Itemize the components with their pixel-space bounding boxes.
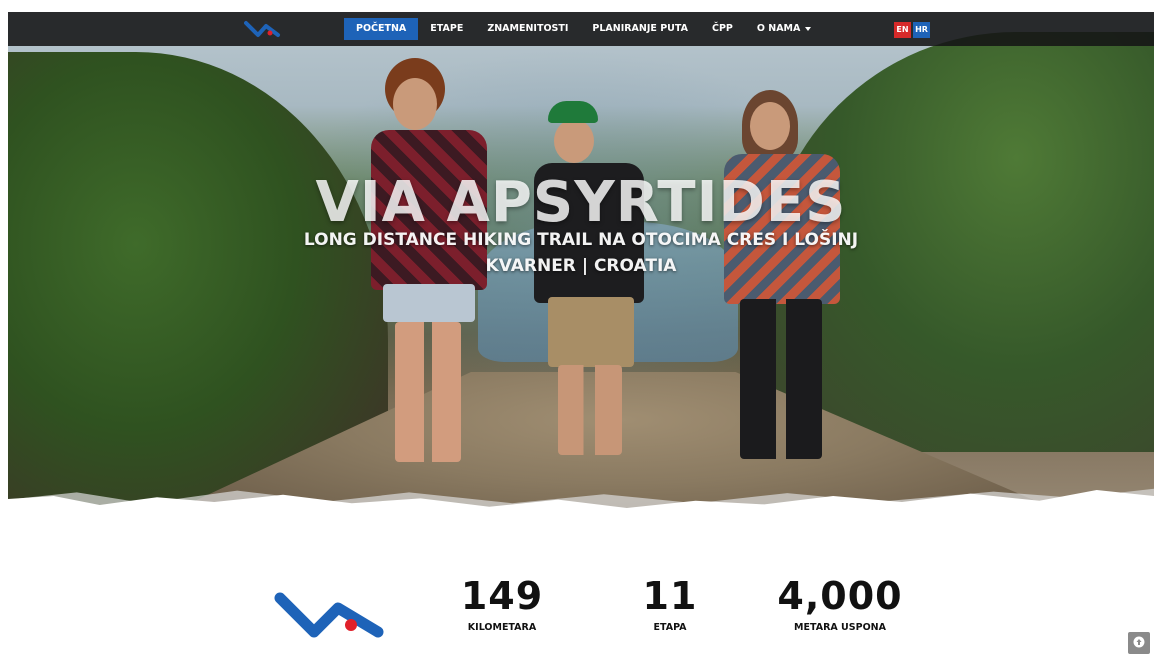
hero-subtitle: LONG DISTANCE HIKING TRAIL NA OTOCIMA CR… — [303, 230, 859, 250]
stat-label: KILOMETARA — [467, 622, 537, 633]
top-navigation: POČETNA ETAPE ZNAMENITOSTI PLANIRANJE PU… — [8, 12, 1154, 46]
language-hr-button[interactable]: HR — [913, 22, 930, 38]
stat-elevation: 4,000 METARA USPONA — [770, 574, 910, 633]
stat-label: ETAPA — [653, 622, 687, 633]
hero-title: VIA APSYRTIDES — [315, 170, 847, 235]
nav-item-pocetna[interactable]: POČETNA — [344, 18, 419, 40]
nav-item-znamenitosti[interactable]: ZNAMENITOSTI — [475, 18, 580, 40]
caret-down-icon — [805, 26, 812, 31]
stat-value: 4,000 — [777, 574, 903, 618]
arrow-up-circle-icon — [1133, 636, 1145, 648]
hiker-right — [718, 90, 848, 474]
hero-location: KVARNER | CROATIA — [485, 256, 677, 276]
stat-label: METARA USPONA — [794, 622, 886, 633]
nav-item-o-nama-label: O NAMA — [756, 23, 801, 34]
nav-item-planiranje-puta[interactable]: PLANIRANJE PUTA — [580, 18, 700, 40]
stat-value: 149 — [460, 574, 544, 618]
stat-value: 11 — [642, 574, 698, 618]
nav-logo-icon[interactable] — [244, 18, 288, 40]
nav-item-o-nama[interactable]: O NAMA — [745, 18, 824, 40]
va-logo-icon — [274, 592, 384, 638]
hero-banner: VIA APSYRTIDES LONG DISTANCE HIKING TRAI… — [8, 12, 1154, 532]
stat-stages: 11 ETAPA — [620, 574, 720, 633]
stat-kilometers: 149 KILOMETARA — [452, 574, 552, 633]
nav-item-etape[interactable]: ETAPE — [418, 18, 475, 40]
nav-item-cpp[interactable]: ČPP — [700, 18, 745, 40]
hiker-center — [528, 101, 658, 467]
scroll-to-top-button[interactable] — [1128, 632, 1150, 654]
language-en-button[interactable]: EN — [894, 22, 911, 38]
